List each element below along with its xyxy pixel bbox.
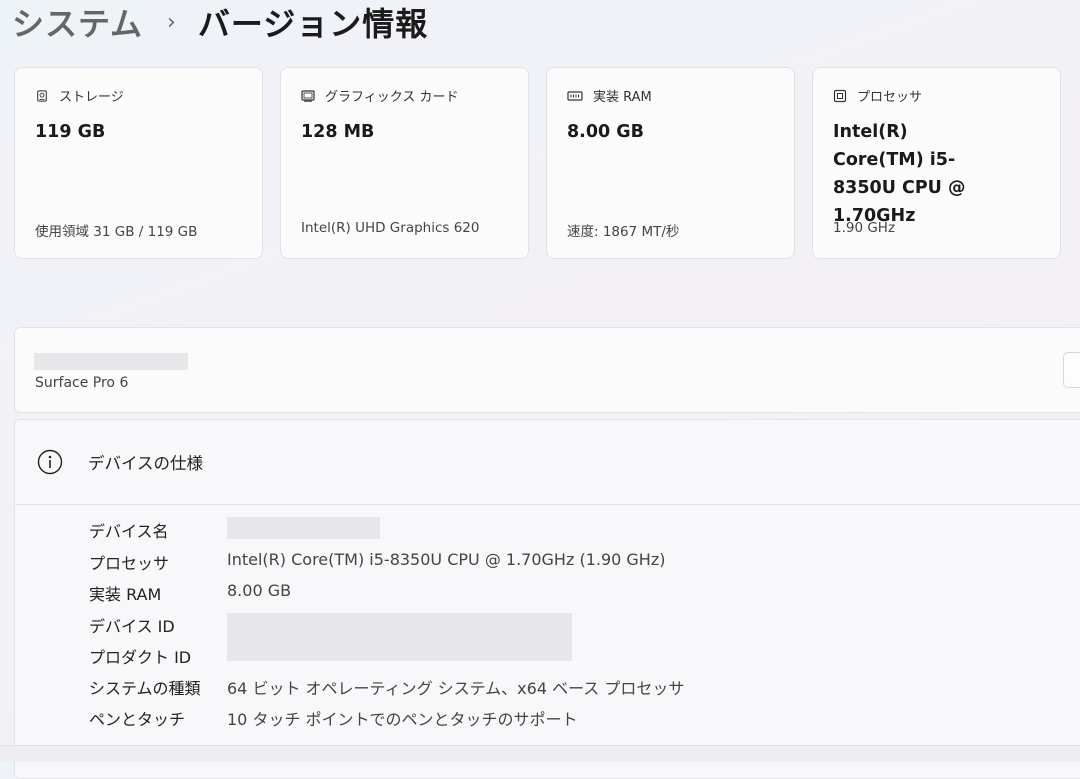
card-title: プロセッサ (857, 90, 923, 105)
spec-value: 64 ビット オペレーティング システム、x64 ベース プロセッサ (227, 679, 685, 698)
spec-row-system-type: システムの種類 64 ビット オペレーティング システム、x64 ベース プロセ… (89, 671, 1080, 699)
spec-row-ram: 実装 RAM 8.00 GB (89, 577, 1080, 605)
card-title: 実装 RAM (593, 90, 652, 105)
storage-card: ストレージ 119 GB 使用領域 31 GB / 119 GB (14, 67, 263, 259)
spec-label: システムの種類 (89, 679, 201, 698)
ram-card: 実装 RAM 8.00 GB 速度: 1867 MT/秒 (546, 67, 795, 259)
page-title: バージョン情報 (197, 5, 429, 43)
spec-row-device-name: デバイス名 (89, 514, 1080, 542)
card-detail: 1.90 GHz (833, 220, 896, 236)
card-title: ストレージ (59, 90, 124, 105)
redacted-device-name-value (227, 517, 380, 539)
spec-value: 10 タッチ ポイントでのペンとタッチのサポート (227, 710, 578, 729)
spec-label: デバイス名 (89, 522, 169, 541)
redacted-device-name (34, 353, 188, 370)
spec-value: 8.00 GB (227, 581, 292, 600)
processor-icon (833, 89, 847, 102)
spec-label: プロセッサ (89, 554, 170, 573)
card-value: Intel(R) Core(TM) i5-8350U CPU @ 1.70GHz (833, 122, 966, 226)
graphics-card: グラフィックス カード 128 MB Intel(R) UHD Graphics… (280, 67, 529, 259)
breadcrumb-system-link[interactable]: システム (12, 0, 143, 45)
card-value: 128 MB (301, 122, 375, 142)
card-detail: Intel(R) UHD Graphics 620 (301, 220, 480, 236)
card-detail: 速度: 1867 MT/秒 (567, 224, 680, 240)
spec-label: ペンとタッチ (89, 710, 186, 729)
device-model: Surface Pro 6 (35, 375, 129, 391)
breadcrumb: システム › バージョン情報 (12, 0, 428, 44)
spec-label: 実装 RAM (89, 585, 162, 604)
spec-label: プロダクト ID (89, 648, 192, 667)
card-header: プロセッサ (833, 86, 922, 105)
card-value: 119 GB (35, 122, 106, 142)
spec-value: Intel(R) Core(TM) i5-8350U CPU @ 1.70GHz… (227, 550, 666, 569)
rename-button[interactable] (1063, 352, 1080, 388)
spec-label: デバイス ID (89, 617, 175, 636)
info-icon (37, 449, 63, 475)
ram-icon (567, 90, 583, 101)
device-specs-title: デバイスの仕様 (88, 454, 204, 473)
chevron-right-icon: › (167, 9, 176, 35)
card-detail: 使用領域 31 GB / 119 GB (35, 224, 198, 240)
device-name-panel: Surface Pro 6 (14, 327, 1080, 413)
card-value: 8.00 GB (567, 122, 644, 142)
storage-icon (37, 89, 47, 102)
device-specs-section: デバイスの仕様 デバイス名 プロセッサ Intel(R) Core(TM) i5… (14, 419, 1080, 779)
device-specs-header[interactable]: デバイスの仕様 (15, 420, 1080, 505)
redacted-ids (227, 613, 572, 661)
spec-row-processor: プロセッサ Intel(R) Core(TM) i5-8350U CPU @ 1… (89, 546, 1080, 574)
card-header: ストレージ (35, 86, 124, 105)
bottom-divider (0, 745, 1080, 762)
card-header: グラフィックス カード (301, 86, 458, 105)
processor-card: プロセッサ Intel(R) Core(TM) i5-8350U CPU @ 1… (812, 67, 1061, 259)
card-header: 実装 RAM (567, 86, 652, 105)
card-title: グラフィックス カード (325, 90, 459, 105)
graphics-card-icon (301, 89, 315, 102)
spec-row-pen-touch: ペンとタッチ 10 タッチ ポイントでのペンとタッチのサポート (89, 702, 1080, 730)
